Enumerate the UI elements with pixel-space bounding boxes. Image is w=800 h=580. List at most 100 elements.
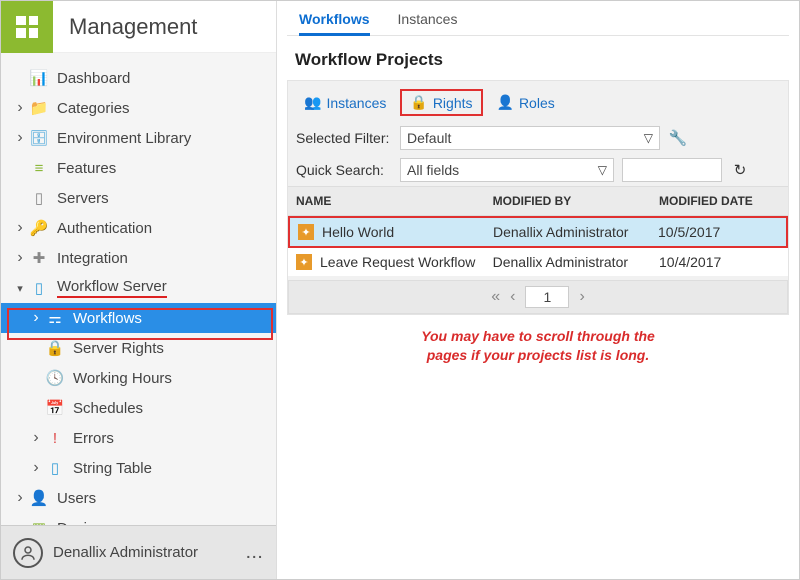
chevron-right-icon (29, 309, 43, 327)
chevron-right-icon (29, 459, 43, 477)
sidebar-item-schedules[interactable]: 📅Schedules (1, 393, 276, 423)
filter-value: Default (407, 130, 451, 146)
sidebar-item-label: Authentication (57, 220, 152, 237)
sidebar-item-authentication[interactable]: 🔑 Authentication (1, 213, 276, 243)
row-modified-by: Denallix Administrator (493, 254, 659, 270)
nav-icon: 🔑 (29, 219, 49, 237)
chevron-right-icon (13, 249, 27, 267)
pager-prev-icon[interactable]: ‹ (510, 288, 515, 306)
nav-icon: ▯ (29, 279, 49, 297)
inner-tab-roles[interactable]: 👤 Roles (489, 89, 563, 116)
sidebar-item-label: Working Hours (73, 370, 172, 387)
search-fields-select[interactable]: All fields ▽ (400, 158, 614, 182)
chevron-down-icon: ▽ (644, 131, 653, 145)
table-row[interactable]: ✦Hello WorldDenallix Administrator10/5/2… (288, 216, 788, 248)
pager-first-icon[interactable]: « (491, 288, 500, 306)
chevron-right-icon (29, 429, 43, 447)
sidebar-item-servers[interactable]: ▯Servers (1, 183, 276, 213)
workflow-icon: ✦ (296, 254, 312, 270)
instances-icon: 👥 (304, 94, 321, 111)
sidebar-item-errors[interactable]: ! Errors (1, 423, 276, 453)
row-name: Hello World (322, 224, 394, 240)
sidebar-item-workflows[interactable]: ⚎Workflows (1, 303, 276, 333)
nav-icon: 🗄 (29, 129, 49, 147)
table-header: NAME MODIFIED BY MODIFIED DATE (288, 186, 788, 216)
wrench-icon[interactable]: 🔧 (668, 128, 688, 148)
sidebar-item-features[interactable]: ≡Features (1, 153, 276, 183)
avatar-icon (13, 538, 43, 568)
tab-instances[interactable]: Instances (398, 11, 458, 36)
annotation-text: You may have to scroll through thepages … (287, 327, 789, 365)
row-modified-date: 10/4/2017 (659, 254, 780, 270)
chevron-down-icon (13, 282, 27, 295)
search-row: Quick Search: All fields ▽ ↻ (288, 154, 788, 186)
nav-icon: ✚ (29, 249, 49, 267)
table-body: ✦Hello WorldDenallix Administrator10/5/2… (288, 216, 788, 276)
col-name[interactable]: NAME (296, 194, 493, 208)
inner-tab-label: Rights (433, 95, 473, 111)
sidebar-item-label: Workflow Server (57, 278, 167, 298)
sidebar-item-integration[interactable]: ✚ Integration (1, 243, 276, 273)
sidebar-item-designer[interactable]: ▧Designer (1, 513, 276, 525)
chevron-right-icon (13, 129, 27, 147)
inner-tab-label: Instances (326, 95, 386, 111)
app-title: Management (53, 14, 197, 40)
page-title: Workflow Projects (295, 50, 789, 70)
search-fields-value: All fields (407, 162, 459, 178)
chevron-down-icon: ▽ (598, 163, 607, 177)
filter-select[interactable]: Default ▽ (400, 126, 660, 150)
app-logo[interactable] (1, 1, 53, 53)
sidebar-tree: 📊 Dashboard 📁 Categories 🗄 Environment Librar… (1, 53, 276, 525)
nav-icon: 🕓 (45, 369, 65, 387)
sidebar-item-string-table[interactable]: ▯String Table (1, 453, 276, 483)
nav-icon: ! (45, 429, 65, 447)
sidebar: Management 📊 Dashboard 📁 Categories 🗄 Environ… (1, 1, 277, 579)
sidebar-item-label: Users (57, 490, 96, 507)
sidebar-item-workflow-server[interactable]: ▯ Workflow Server (1, 273, 276, 303)
chevron-right-icon (13, 99, 27, 117)
pager-next-icon[interactable]: › (579, 288, 584, 306)
nav-icon: ▯ (29, 189, 49, 207)
sidebar-item-label: Dashboard (57, 70, 130, 87)
nav-icon: 📊 (29, 69, 49, 87)
sidebar-item-users[interactable]: 👤Users (1, 483, 276, 513)
inner-tabs: 👥 Instances 🔒 Rights 👤 Roles (288, 81, 788, 122)
grid-icon (16, 16, 38, 38)
more-button[interactable]: ... (246, 545, 264, 561)
sidebar-item-working-hours[interactable]: 🕓 Working Hours (1, 363, 276, 393)
search-label: Quick Search: (296, 162, 392, 178)
main-panel: Workflows Instances Workflow Projects 👥 In… (277, 1, 799, 579)
sidebar-item-environment-library[interactable]: 🗄 Environment Library (1, 123, 276, 153)
sidebar-item-label: Schedules (73, 400, 143, 417)
search-input[interactable] (622, 158, 722, 182)
refresh-icon[interactable]: ↻ (730, 160, 750, 180)
nav-icon: ⚎ (45, 309, 65, 327)
inner-tab-instances[interactable]: 👥 Instances (296, 89, 394, 116)
col-modified-by[interactable]: MODIFIED BY (493, 194, 659, 208)
sidebar-item-label: Environment Library (57, 130, 191, 147)
col-modified-date[interactable]: MODIFIED DATE (659, 194, 780, 208)
sidebar-item-label: String Table (73, 460, 152, 477)
table-row[interactable]: ✦Leave Request WorkflowDenallix Administ… (288, 248, 788, 276)
sidebar-item-dashboard[interactable]: 📊 Dashboard (1, 63, 276, 93)
inner-tab-rights[interactable]: 🔒 Rights (400, 89, 482, 116)
pager-page[interactable]: 1 (525, 286, 569, 308)
row-modified-by: Denallix Administrator (493, 224, 658, 240)
sidebar-item-label: Server Rights (73, 340, 164, 357)
rights-icon: 🔒 (410, 94, 427, 111)
chevron-right-icon (13, 489, 27, 507)
sidebar-item-server-rights[interactable]: 🔒Server Rights (1, 333, 276, 363)
top-tabs: Workflows Instances (287, 11, 789, 36)
inner-tab-label: Roles (519, 95, 555, 111)
sidebar-item-label: Integration (57, 250, 128, 267)
tab-workflows[interactable]: Workflows (299, 11, 370, 36)
sidebar-item-label: Errors (73, 430, 114, 447)
sidebar-item-label: Categories (57, 100, 130, 117)
roles-icon: 👤 (497, 94, 514, 111)
projects-panel: 👥 Instances 🔒 Rights 👤 Roles Selected Filter:… (287, 80, 789, 315)
filter-row: Selected Filter: Default ▽ 🔧 (288, 122, 788, 154)
workflow-icon: ✦ (298, 224, 314, 240)
nav-icon: 📁 (29, 99, 49, 117)
sidebar-item-label: Features (57, 160, 116, 177)
sidebar-item-categories[interactable]: 📁 Categories (1, 93, 276, 123)
